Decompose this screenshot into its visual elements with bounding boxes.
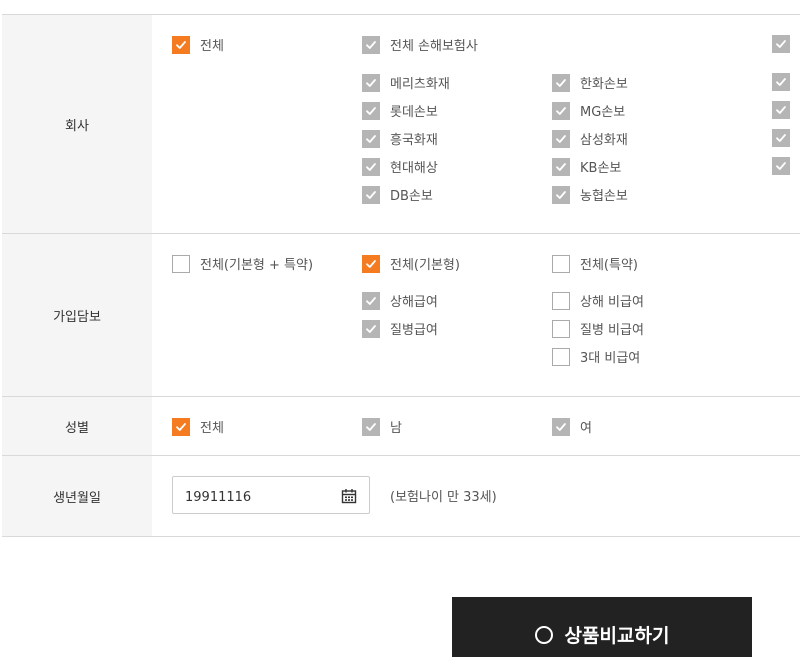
coverage-checkbox-disease-noncovered[interactable]: 질병 비급여 (552, 319, 644, 338)
checkbox-label: 전체 (200, 39, 224, 54)
compare-products-button[interactable]: 상품비교하기 (452, 597, 752, 657)
checkbox-icon (552, 185, 570, 204)
checkbox-label: 한화손보 (580, 77, 628, 92)
gender-options: 전체 남 여 (152, 397, 800, 455)
checkbox-icon (362, 185, 380, 204)
checkbox-icon (172, 254, 190, 273)
checkbox-label: 여 (580, 421, 592, 436)
company-checkbox-all-nonlife[interactable]: 전체 손해보험사 (362, 35, 478, 54)
coverage-checkbox-injury-covered[interactable]: 상해급여 (362, 291, 438, 310)
checkbox-label: 전체 손해보험사 (390, 39, 478, 54)
checkbox-icon (362, 129, 380, 148)
checkbox-icon (362, 254, 380, 273)
company-checkbox-samsung[interactable]: 삼성화재 (552, 129, 628, 148)
company-checkbox-nonghyup[interactable]: 농협손보 (552, 185, 628, 204)
gender-checkbox-all[interactable]: 전체 (172, 417, 224, 436)
checkbox-icon (772, 73, 790, 91)
checkbox-icon (772, 35, 790, 53)
checkbox-label: 상해 비급여 (580, 295, 644, 310)
checkbox-label: 남 (390, 421, 402, 436)
checkbox-label: 흥국화재 (390, 133, 438, 148)
checkbox-icon (552, 157, 570, 176)
checkbox-label: MG손보 (580, 105, 626, 120)
checkbox-label: KB손보 (580, 161, 622, 176)
checkbox-label: 현대해상 (390, 161, 438, 176)
checkbox-icon (552, 129, 570, 148)
checkbox-icon (362, 319, 380, 338)
checkbox-label: 농협손보 (580, 189, 628, 204)
checkbox-icon (362, 291, 380, 310)
coverage-checkbox-three-major-noncovered[interactable]: 3대 비급여 (552, 347, 640, 366)
company-checkbox-col3-row1[interactable] (772, 73, 800, 91)
search-icon (534, 626, 553, 644)
coverage-checkbox-basic[interactable]: 전체(기본형) (362, 254, 460, 273)
coverage-options: 전체(기본형 + 특약) 전체(기본형) 전체(특약) 상해급여 상해 비급여 … (152, 234, 800, 396)
coverage-row-label: 가입담보 (2, 234, 152, 396)
checkbox-label: 롯데손보 (390, 105, 438, 120)
company-row-label: 회사 (2, 15, 152, 233)
gender-row-label: 성별 (2, 397, 152, 455)
checkbox-icon (772, 101, 790, 119)
gender-row: 성별 전체 남 여 (2, 397, 800, 456)
checkbox-icon (362, 73, 380, 92)
birthdate-row: 생년월일 (보험나이 만 33세) (2, 456, 800, 537)
coverage-checkbox-rider[interactable]: 전체(특약) (552, 254, 638, 273)
company-checkbox-hanwha[interactable]: 한화손보 (552, 73, 628, 92)
company-checkbox-hyundai[interactable]: 현대해상 (362, 157, 438, 176)
checkbox-icon (362, 101, 380, 120)
checkbox-icon (362, 157, 380, 176)
gender-checkbox-female[interactable]: 여 (552, 417, 592, 436)
checkbox-icon (552, 347, 570, 366)
calendar-icon[interactable] (341, 488, 357, 504)
coverage-checkbox-injury-noncovered[interactable]: 상해 비급여 (552, 291, 644, 310)
search-form: 회사 전체 전체 손해보험사 메리츠화재 한화손보 롯데손보 MG손보 흥국화재… (2, 14, 800, 537)
company-checkbox-all[interactable]: 전체 (172, 35, 224, 54)
company-checkbox-lotte[interactable]: 롯데손보 (362, 101, 438, 120)
checkbox-label: 상해급여 (390, 295, 438, 310)
checkbox-icon (552, 291, 570, 310)
checkbox-label: 질병 비급여 (580, 323, 644, 338)
checkbox-icon (772, 129, 790, 147)
birthdate-field[interactable] (172, 476, 370, 514)
checkbox-icon (172, 417, 190, 436)
checkbox-icon (552, 319, 570, 338)
checkbox-label: 전체(기본형 + 특약) (200, 258, 314, 273)
birthdate-row-label: 생년월일 (2, 456, 152, 536)
checkbox-label: 질병급여 (390, 323, 438, 338)
checkbox-icon (362, 35, 380, 54)
coverage-checkbox-all[interactable]: 전체(기본형 + 특약) (172, 254, 313, 273)
checkbox-label: 3대 비급여 (580, 351, 641, 366)
company-checkbox-col3-row2[interactable] (772, 101, 800, 119)
coverage-checkbox-disease-covered[interactable]: 질병급여 (362, 319, 438, 338)
checkbox-icon (552, 73, 570, 92)
checkbox-label: 전체 (200, 421, 224, 436)
checkbox-icon (772, 157, 790, 175)
checkbox-icon (172, 35, 190, 54)
company-checkbox-mg[interactable]: MG손보 (552, 101, 625, 120)
company-checkbox-db[interactable]: DB손보 (362, 185, 433, 204)
gender-checkbox-male[interactable]: 남 (362, 417, 402, 436)
checkbox-label: 전체(특약) (580, 258, 638, 273)
company-checkbox-col3-header[interactable] (772, 35, 800, 53)
birthdate-input[interactable] (183, 486, 337, 508)
checkbox-icon (552, 254, 570, 273)
checkbox-label: 전체(기본형) (390, 258, 460, 273)
insurance-age-note: (보험나이 만 33세) (390, 490, 497, 505)
company-checkbox-col3-row4[interactable] (772, 157, 800, 175)
birthdate-field-area: (보험나이 만 33세) (152, 456, 800, 536)
company-checkbox-meritz[interactable]: 메리츠화재 (362, 73, 450, 92)
company-options: 전체 전체 손해보험사 메리츠화재 한화손보 롯데손보 MG손보 흥국화재 삼성… (152, 15, 800, 233)
company-row: 회사 전체 전체 손해보험사 메리츠화재 한화손보 롯데손보 MG손보 흥국화재… (2, 15, 800, 234)
checkbox-label: 메리츠화재 (390, 77, 450, 92)
checkbox-icon (362, 417, 380, 436)
checkbox-icon (552, 417, 570, 436)
checkbox-icon (552, 101, 570, 120)
checkbox-label: 삼성화재 (580, 133, 628, 148)
company-checkbox-heungkuk[interactable]: 흥국화재 (362, 129, 438, 148)
coverage-row: 가입담보 전체(기본형 + 특약) 전체(기본형) 전체(특약) 상해급여 상해… (2, 234, 800, 397)
company-checkbox-kb[interactable]: KB손보 (552, 157, 621, 176)
company-checkbox-col3-row3[interactable] (772, 129, 800, 147)
checkbox-label: DB손보 (390, 189, 433, 204)
